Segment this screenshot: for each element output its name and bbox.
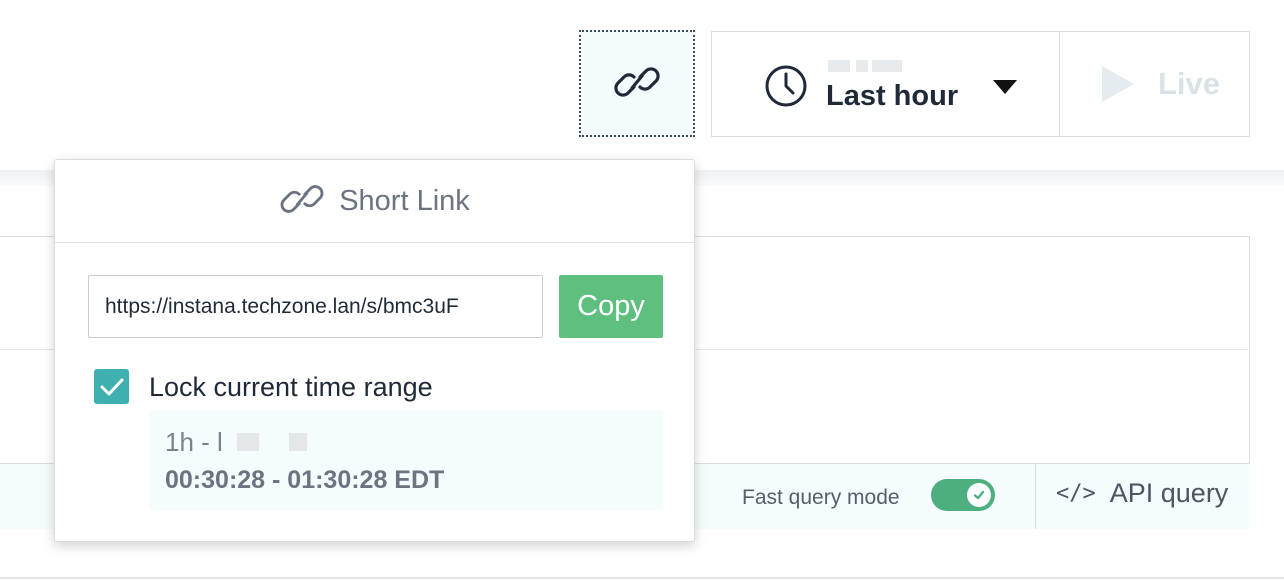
fast-query-toggle[interactable] <box>931 479 995 511</box>
api-query-divider <box>1035 463 1036 529</box>
range-short-text: 1h - l <box>165 427 223 457</box>
redacted-text <box>237 433 259 451</box>
live-label: Live <box>1158 66 1221 101</box>
short-link-url-field[interactable] <box>88 275 543 338</box>
live-button[interactable]: Live <box>1060 31 1250 137</box>
clock-icon <box>764 64 808 112</box>
short-link-popover: Short Link Copy Lock current time range … <box>54 159 695 542</box>
caret-down-icon <box>993 80 1017 94</box>
fast-query-mode-label: Fast query mode <box>742 486 900 509</box>
api-query-label: API query <box>1109 478 1229 508</box>
copy-button[interactable]: Copy <box>559 275 663 338</box>
time-range-picker[interactable]: Last hour <box>711 31 1060 137</box>
locked-range-details: 1h - l 00:30:28 - 01:30:28 EDT <box>149 411 663 510</box>
api-query-button[interactable]: </> API query <box>1056 478 1228 509</box>
popover-header: Short Link <box>55 160 694 243</box>
link-icon <box>279 180 325 222</box>
bottom-divider <box>0 577 1284 579</box>
play-icon <box>1102 66 1134 102</box>
lock-time-range-label: Lock current time range <box>149 372 433 402</box>
code-icon: </> <box>1056 481 1096 506</box>
time-picker-redacted-subtitle <box>826 56 912 76</box>
time-range-label: Last hour <box>826 80 959 112</box>
check-icon <box>967 483 991 507</box>
lock-time-range-checkbox[interactable] <box>94 369 129 404</box>
range-time-text: 00:30:28 - 01:30:28 EDT <box>165 466 445 494</box>
popover-title: Short Link <box>339 184 470 217</box>
link-icon <box>613 62 661 106</box>
redacted-text <box>289 433 307 451</box>
share-link-button[interactable] <box>579 30 695 137</box>
